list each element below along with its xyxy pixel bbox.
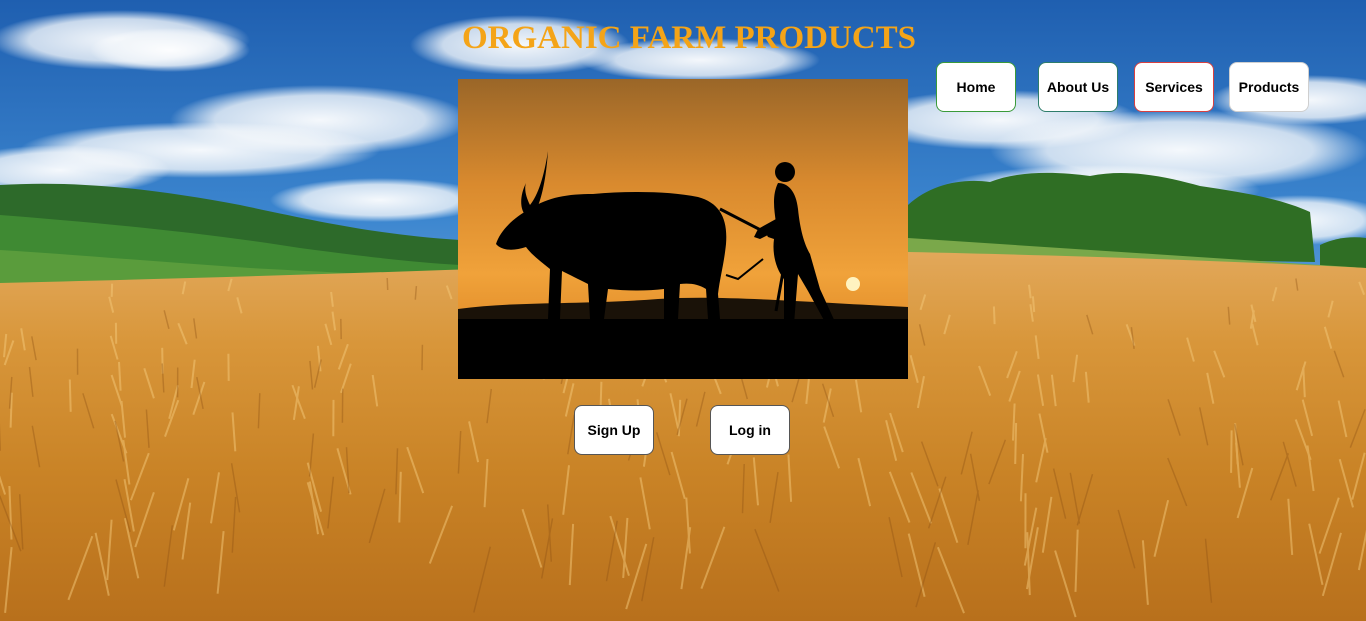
page-title: ORGANIC FARM PRODUCTS — [462, 20, 917, 56]
sign-up-button[interactable]: Sign Up — [574, 405, 654, 455]
nav-services-button[interactable]: Services — [1134, 62, 1214, 112]
nav-home-button[interactable]: Home — [936, 62, 1016, 112]
nav-products-button[interactable]: Products — [1229, 62, 1309, 112]
log-in-button[interactable]: Log in — [710, 405, 790, 455]
hero-image-farmer-ox — [458, 79, 908, 379]
nav-about-us-button[interactable]: About Us — [1038, 62, 1118, 112]
